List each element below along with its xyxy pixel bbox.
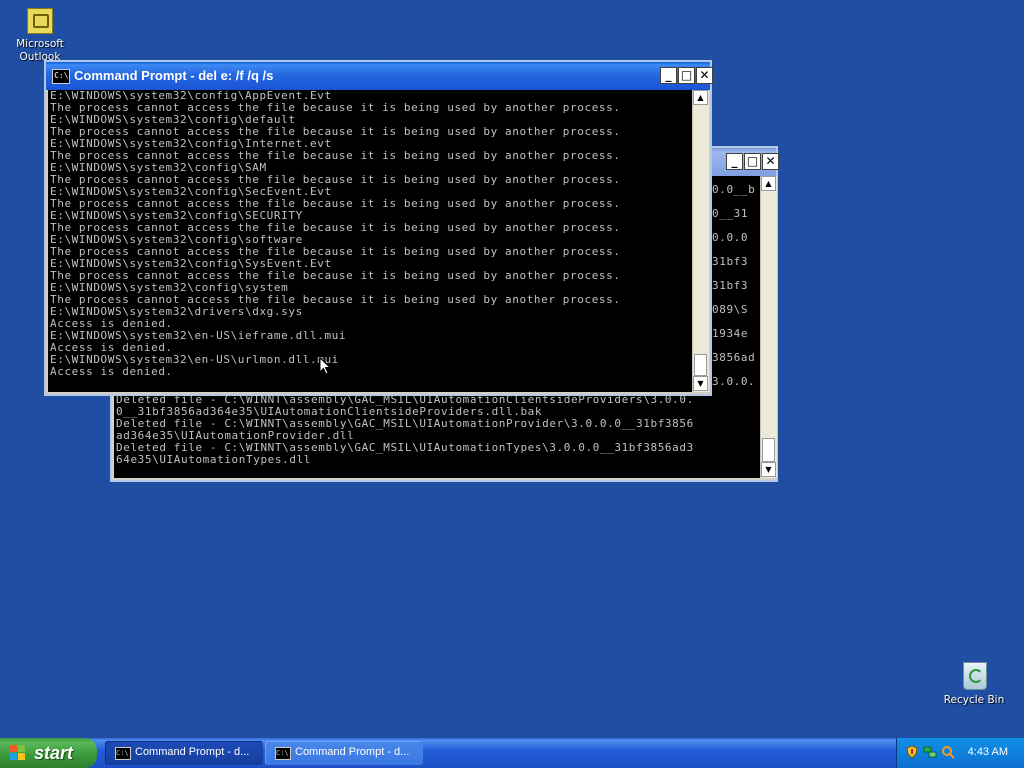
console-line: 0__31 xyxy=(712,207,749,220)
console-line: Access is denied. xyxy=(50,365,173,378)
taskbar: start C:\ Command Prompt - d... C:\ Comm… xyxy=(0,738,1024,768)
console-line: 3856ad xyxy=(712,351,756,364)
desktop-icon-recycle-bin[interactable]: Recycle Bin xyxy=(934,656,1014,707)
scroll-thumb[interactable] xyxy=(694,354,707,376)
console-line: 1934e xyxy=(712,327,749,340)
outlook-icon xyxy=(27,8,53,34)
maximize-button[interactable]: □ xyxy=(744,153,761,170)
search-icon[interactable] xyxy=(941,745,955,759)
clock: 4:43 AM xyxy=(967,746,1008,758)
front-vertical-scrollbar[interactable]: ▲ ▼ xyxy=(692,90,709,392)
scroll-thumb[interactable] xyxy=(762,438,775,462)
recycle-bin-icon xyxy=(960,658,988,690)
taskbar-button-command-prompt-1[interactable]: C:\ Command Prompt - d... xyxy=(105,741,263,765)
back-vertical-scrollbar[interactable]: ▲ ▼ xyxy=(760,176,777,478)
minimize-button[interactable]: _ xyxy=(660,67,677,84)
front-window-titlebar[interactable]: C:\ Command Prompt - del e: /f /q /s _ □… xyxy=(46,62,713,90)
back-console-fragments: 0.0__b 0__31 0.0.0 31bf3 31bf3 089\S 1934e 3856… xyxy=(712,178,760,394)
system-tray: 4:43 AM xyxy=(896,738,1024,768)
desktop-icon-outlook[interactable]: Microsoft Outlook xyxy=(0,4,80,64)
taskbar-button-command-prompt-2[interactable]: C:\ Command Prompt - d... xyxy=(265,741,423,765)
console-line: 31bf3 xyxy=(712,255,749,268)
console-line: 3.0.0. xyxy=(712,375,756,388)
mouse-cursor-icon xyxy=(319,357,331,375)
console-line: 64e35\UIAutomationTypes.dll xyxy=(116,453,312,466)
taskbar-button-label: Command Prompt - d... xyxy=(135,746,250,758)
windows-logo-icon xyxy=(10,745,26,761)
minimize-button[interactable]: _ xyxy=(726,153,743,170)
back-console-bottom: Deleted file - C:\WINNT\assembly\GAC_MSI… xyxy=(116,394,760,466)
scroll-down-arrow[interactable]: ▼ xyxy=(693,376,708,391)
console-line: 0.0.0 xyxy=(712,231,749,244)
front-console-output: E:\WINDOWS\system32\config\AppEvent.Evt T… xyxy=(48,90,692,392)
close-button[interactable]: ✕ xyxy=(696,67,713,84)
console-icon: C:\ xyxy=(115,747,131,760)
start-label: start xyxy=(34,743,74,763)
front-command-window[interactable]: C:\ Command Prompt - del e: /f /q /s _ □… xyxy=(44,60,713,396)
start-button[interactable]: start xyxy=(0,738,97,768)
window-title: Command Prompt - del e: /f /q /s xyxy=(74,68,274,83)
console-icon: C:\ xyxy=(275,747,291,760)
console-line: 31bf3 xyxy=(712,279,749,292)
taskbar-button-label: Command Prompt - d... xyxy=(295,746,410,758)
scroll-down-arrow[interactable]: ▼ xyxy=(761,462,776,477)
close-button[interactable]: ✕ xyxy=(762,153,779,170)
scroll-up-arrow[interactable]: ▲ xyxy=(693,90,708,105)
console-line: 089\S xyxy=(712,303,749,316)
desktop-icon-label: Recycle Bin xyxy=(943,694,1005,706)
maximize-button[interactable]: □ xyxy=(678,67,695,84)
network-icon[interactable] xyxy=(923,745,937,759)
scroll-up-arrow[interactable]: ▲ xyxy=(761,176,776,191)
console-line: 0.0__b xyxy=(712,183,756,196)
console-icon: C:\ xyxy=(52,69,70,84)
security-shield-icon[interactable] xyxy=(905,745,919,759)
